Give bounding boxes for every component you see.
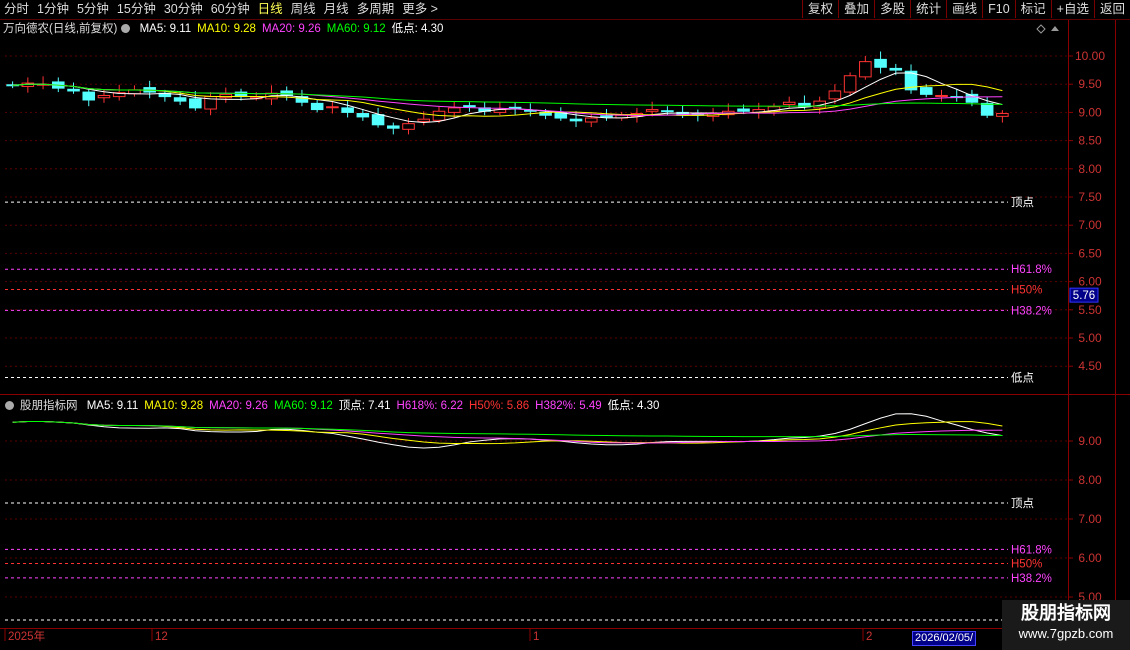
candle (417, 118, 431, 122)
indicator-ma-line (12, 421, 1003, 438)
y-tick-label: 8.00 (1078, 162, 1102, 176)
candle (661, 110, 674, 113)
candle (219, 93, 233, 99)
y-tick-label: 6.00 (1078, 275, 1102, 289)
triangle-icon (1051, 26, 1059, 31)
level-label: H61.8% (1011, 544, 1052, 556)
indicator-ma-line (12, 421, 1003, 445)
candle (82, 91, 96, 101)
candle (387, 125, 400, 129)
watermark-name: 股朋指标网 (1021, 603, 1111, 623)
y-tick-label: 7.00 (1078, 218, 1102, 232)
candle (371, 114, 385, 126)
watermark-url: www.7gpzb.com (1018, 626, 1114, 641)
candle (935, 94, 948, 97)
candle (843, 75, 857, 93)
x-axis-label: 12 (155, 631, 168, 643)
diamond-icon (1036, 24, 1046, 34)
candle (980, 102, 994, 116)
candle (919, 87, 933, 95)
candle (782, 101, 796, 106)
candle (189, 98, 202, 109)
candle (280, 90, 293, 96)
y-tick-label: 10.00 (1075, 49, 1105, 63)
candle (447, 107, 461, 113)
y-tick-label: 9.00 (1078, 105, 1102, 119)
candle (859, 61, 872, 78)
level-label: 低点 (1011, 371, 1034, 384)
cursor-date: 2026/02/05/ (912, 631, 977, 646)
candle (173, 97, 187, 102)
y-tick-label: 4.50 (1078, 359, 1102, 373)
candle (463, 105, 476, 108)
level-label: H61.8% (1011, 264, 1052, 276)
level-label: H38.2% (1011, 305, 1052, 317)
candle (874, 58, 887, 68)
y-tick-label: 5.50 (1078, 303, 1102, 317)
candle (67, 88, 80, 92)
x-axis-label: 2025年 (8, 629, 45, 643)
candle (402, 123, 415, 130)
y-tick-label: 9.50 (1078, 77, 1102, 91)
x-axis-label: 2 (866, 631, 872, 643)
candle (645, 109, 659, 112)
level-label: H38.2% (1011, 573, 1052, 585)
candle (584, 117, 598, 123)
watermark: 股朋指标网 www.7gpzb.com (1002, 600, 1130, 650)
y-tick-label: 8.00 (1078, 473, 1102, 487)
candle (600, 115, 613, 118)
y-tick-label: 6.50 (1078, 246, 1102, 260)
candle (341, 107, 354, 113)
level-label: H50% (1011, 284, 1042, 296)
candle (737, 108, 750, 112)
indicator-ma-line (12, 421, 1003, 444)
candle (326, 106, 339, 109)
y-tick-label: 7.00 (1078, 512, 1102, 526)
candle (569, 118, 583, 122)
level-label: 顶点 (1011, 196, 1034, 209)
y-tick-label: 9.00 (1078, 434, 1102, 448)
candle (889, 67, 903, 71)
y-tick-label: 8.50 (1078, 134, 1102, 148)
candle (310, 102, 324, 111)
x-axis-label: 1 (533, 631, 539, 643)
y-tick-label: 7.50 (1078, 190, 1102, 204)
level-label: 顶点 (1011, 497, 1034, 510)
kline-chart[interactable]: 10.00 9.50 9.00 8.50 8.00 7.50 7.00 6.50 6.00 5.5… (0, 0, 1130, 650)
candle (996, 113, 1009, 117)
y-tick-label: 5.00 (1078, 331, 1102, 345)
price-tag: 5.76 (1073, 290, 1095, 302)
candle (356, 113, 370, 118)
y-tick-label: 6.00 (1078, 551, 1102, 565)
level-label: H50% (1011, 558, 1042, 570)
candle (97, 94, 111, 99)
candle (828, 90, 842, 100)
